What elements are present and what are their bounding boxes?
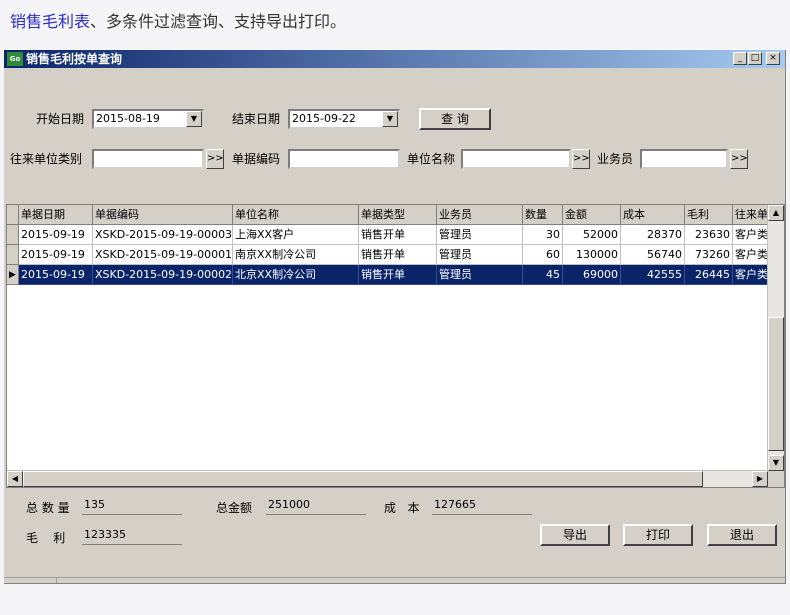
status-bar-divider — [56, 577, 57, 583]
unit-name-label: 单位名称 — [407, 152, 456, 166]
doc-no-input[interactable] — [288, 149, 400, 169]
category-label: 往来单位类别 — [10, 152, 83, 166]
col-header-unit-name[interactable]: 单位名称 — [233, 205, 359, 225]
table-cell[interactable]: 南京XX制冷公司 — [233, 245, 359, 265]
start-date-label: 开始日期 — [36, 112, 85, 126]
end-date-value: 2015-09-22 — [292, 112, 356, 125]
table-cell[interactable]: 2015-09-19 — [19, 225, 93, 245]
table-cell[interactable]: 130000 — [563, 245, 621, 265]
category-input[interactable] — [92, 149, 204, 169]
start-date-value: 2015-08-19 — [96, 112, 160, 125]
profit-value: 123335 — [82, 527, 182, 545]
table-cell[interactable]: XSKD-2015-09-19-00001 — [93, 245, 233, 265]
caption-text: 、多条件过滤查询、支持导出打印。 — [90, 12, 347, 31]
export-button[interactable]: 导出 — [540, 524, 610, 546]
query-window: Go 销售毛利按单查询 _ □ × 开始日期 2015-08-19 ▼ 结束日期… — [4, 50, 786, 584]
table-cell[interactable]: 52000 — [563, 225, 621, 245]
table-cell[interactable]: 销售开单 — [359, 225, 437, 245]
table-cell[interactable]: 26445 — [685, 265, 733, 285]
table-cell[interactable]: 北京XX制冷公司 — [233, 265, 359, 285]
horizontal-scrollbar[interactable]: ◀ ▶ — [7, 470, 768, 487]
table-cell[interactable]: 28370 — [621, 225, 685, 245]
table-cell[interactable]: 2015-09-19 — [19, 265, 93, 285]
table-cell[interactable]: 销售开单 — [359, 265, 437, 285]
table-cell[interactable]: 客户类 — [733, 245, 769, 265]
scroll-right-icon[interactable]: ▶ — [752, 471, 768, 487]
table-cell[interactable]: 2015-09-19 — [19, 245, 93, 265]
vertical-scroll-thumb[interactable] — [768, 317, 784, 451]
salesman-browse-button[interactable]: >> — [730, 149, 748, 169]
start-date-picker[interactable]: 2015-08-19 ▼ — [92, 109, 204, 129]
window-title: 销售毛利按单查询 — [26, 52, 123, 66]
scroll-down-icon[interactable]: ▼ — [768, 455, 784, 471]
restore-button[interactable]: □ — [748, 52, 762, 65]
table-cell[interactable]: 60 — [523, 245, 563, 265]
total-amount-value: 251000 — [266, 497, 366, 515]
app-icon: Go — [7, 52, 23, 66]
total-amount-label: 总金额 — [216, 501, 253, 515]
table-cell[interactable]: 73260 — [685, 245, 733, 265]
unit-name-browse-button[interactable]: >> — [572, 149, 590, 169]
cost-label: 成 本 — [384, 501, 420, 515]
table-cell[interactable]: XSKD-2015-09-19-00002 — [93, 265, 233, 285]
horizontal-scroll-thumb[interactable] — [23, 471, 703, 487]
total-qty-label: 总 数 量 — [26, 501, 70, 515]
scroll-up-icon[interactable]: ▲ — [768, 205, 784, 221]
table-cell[interactable]: 管理员 — [437, 265, 523, 285]
table-cell[interactable]: 销售开单 — [359, 245, 437, 265]
query-button[interactable]: 查 询 — [419, 108, 491, 130]
table-cell[interactable]: XSKD-2015-09-19-00003 — [93, 225, 233, 245]
vertical-scrollbar[interactable]: ▲ ▼ — [767, 205, 784, 471]
total-qty-value: 135 — [82, 497, 182, 515]
col-header-amount[interactable]: 金额 — [563, 205, 621, 225]
end-date-label: 结束日期 — [232, 112, 281, 126]
col-header-salesman[interactable]: 业务员 — [437, 205, 523, 225]
row-indicator[interactable] — [7, 245, 19, 265]
title-bar[interactable]: Go 销售毛利按单查询 _ □ × — [4, 50, 785, 68]
end-date-picker[interactable]: 2015-09-22 ▼ — [288, 109, 400, 129]
col-header-profit[interactable]: 毛利 — [685, 205, 733, 225]
col-header-qty[interactable]: 数量 — [523, 205, 563, 225]
table-cell[interactable]: 管理员 — [437, 225, 523, 245]
table-cell[interactable]: 23630 — [685, 225, 733, 245]
page-caption: 销售毛利表、多条件过滤查询、支持导出打印。 — [10, 10, 346, 34]
grid-corner-header — [7, 205, 19, 225]
table-cell[interactable]: 42555 — [621, 265, 685, 285]
table-cell[interactable]: 56740 — [621, 245, 685, 265]
profit-label: 毛 利 — [26, 531, 66, 545]
print-button[interactable]: 打印 — [623, 524, 693, 546]
cost-value: 127665 — [432, 497, 532, 515]
col-header-doc-no[interactable]: 单据编码 — [93, 205, 233, 225]
table-cell[interactable]: 45 — [523, 265, 563, 285]
table-cell[interactable]: 客户类 — [733, 265, 769, 285]
table-cell[interactable]: 上海XX客户 — [233, 225, 359, 245]
salesman-input[interactable] — [640, 149, 728, 169]
col-header-category[interactable]: 往来单 — [733, 205, 769, 225]
col-header-cost[interactable]: 成本 — [621, 205, 685, 225]
scroll-corner — [768, 471, 784, 487]
table-cell[interactable]: 69000 — [563, 265, 621, 285]
col-header-date[interactable]: 单据日期 — [19, 205, 93, 225]
unit-name-input[interactable] — [461, 149, 571, 169]
status-bar — [4, 577, 785, 583]
results-grid[interactable]: 单据日期 单据编码 单位名称 单据类型 业务员 数量 金额 成本 毛利 往来单 … — [6, 204, 785, 488]
table-cell[interactable]: 30 — [523, 225, 563, 245]
row-indicator[interactable] — [7, 225, 19, 245]
exit-button[interactable]: 退出 — [707, 524, 777, 546]
table-cell[interactable]: 客户类 — [733, 225, 769, 245]
salesman-label: 业务员 — [597, 152, 634, 166]
category-browse-button[interactable]: >> — [206, 149, 224, 169]
minimize-button[interactable]: _ — [733, 52, 747, 65]
doc-no-label: 单据编码 — [232, 152, 281, 166]
start-date-dropdown-icon[interactable]: ▼ — [186, 111, 202, 127]
scroll-left-icon[interactable]: ◀ — [7, 471, 23, 487]
caption-highlight: 销售毛利表 — [10, 12, 91, 31]
col-header-doc-type[interactable]: 单据类型 — [359, 205, 437, 225]
table-cell[interactable]: 管理员 — [437, 245, 523, 265]
current-row-indicator-icon[interactable]: ▶ — [7, 265, 19, 285]
close-button[interactable]: × — [766, 52, 780, 65]
end-date-dropdown-icon[interactable]: ▼ — [382, 111, 398, 127]
